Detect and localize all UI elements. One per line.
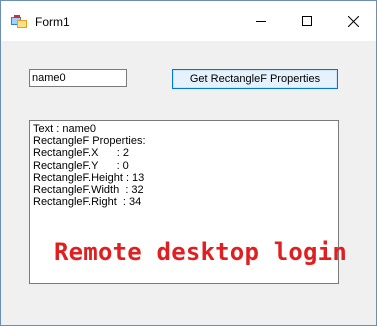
maximize-button[interactable] <box>284 1 330 41</box>
maximize-icon <box>302 16 312 26</box>
form-client-area: name0 Get RectangleF Properties Text : n… <box>1 41 376 325</box>
form1-window: Form1 name0 Get RectangleF Properties Te… <box>0 0 377 326</box>
output-line: Text : name0 <box>33 123 96 135</box>
minimize-icon <box>256 21 266 22</box>
get-rectanglef-properties-button[interactable]: Get RectangleF Properties <box>172 69 338 89</box>
name-textbox[interactable]: name0 <box>29 69 127 87</box>
minimize-button[interactable] <box>238 1 284 41</box>
output-textbox[interactable]: Text : name0 RectangleF Properties: Rect… <box>29 120 339 284</box>
winforms-app-icon <box>11 15 27 28</box>
close-button[interactable] <box>330 1 376 41</box>
output-line: RectangleF.Y : 0 <box>33 159 129 172</box>
output-line: RectangleF Properties: <box>33 135 146 148</box>
close-icon <box>347 15 359 27</box>
output-line: RectangleF.Right : 34 <box>33 196 142 209</box>
title-bar[interactable]: Form1 <box>1 1 376 41</box>
window-title: Form1 <box>35 15 70 29</box>
output-line: RectangleF.Width : 32 <box>33 183 144 196</box>
output-line: RectangleF.X : 2 <box>33 147 129 160</box>
output-line: RectangleF.Height : 13 <box>33 171 145 184</box>
